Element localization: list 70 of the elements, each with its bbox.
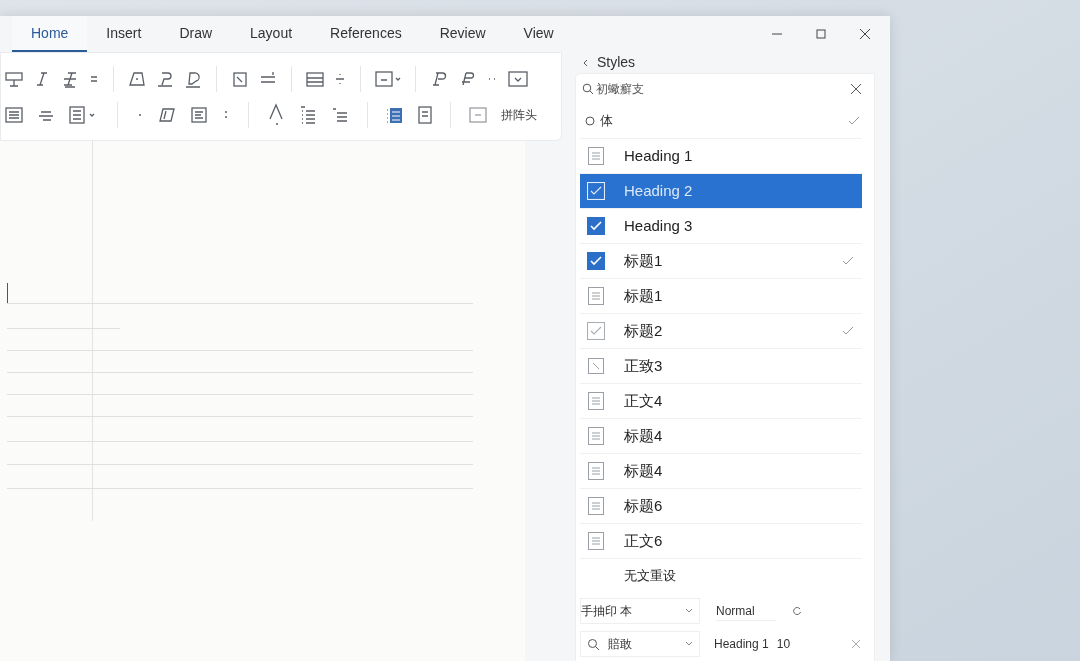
text-box-icon[interactable] (231, 69, 249, 88)
radio-icon[interactable] (585, 116, 595, 126)
style-item[interactable]: 标题4 (580, 453, 862, 488)
font-color-icon[interactable] (267, 101, 285, 128)
highlighted-list-icon[interactable] (386, 105, 404, 124)
font-dropdown[interactable]: 手抽印 本 (580, 598, 700, 624)
font-shape-icon[interactable] (128, 69, 146, 88)
box-icon[interactable] (375, 69, 401, 88)
style-item[interactable]: Heading 3 (580, 208, 862, 243)
ribbon-label[interactable]: 拼阵头 (501, 105, 537, 124)
paragraph-box-icon[interactable] (190, 105, 208, 124)
document-icon (588, 532, 604, 550)
numbered-list-icon[interactable] (299, 105, 317, 124)
search-field[interactable]: 初蠍癬支 (596, 80, 716, 98)
underline-letter-icon[interactable] (184, 69, 202, 88)
text-cursor (7, 283, 8, 303)
checkbox-icon (587, 322, 605, 340)
chevron-down-icon (685, 608, 693, 614)
document-icon (588, 392, 604, 410)
refresh-icon[interactable] (792, 606, 802, 616)
chevron-down-icon (685, 641, 693, 647)
style-item[interactable]: 标题1 (580, 278, 862, 313)
outline-letter-icon[interactable] (156, 69, 174, 88)
back-chevron-icon[interactable] (583, 58, 589, 67)
document-icon (588, 427, 604, 445)
search-icon (587, 637, 600, 651)
ribbon-tab[interactable]: Review (420, 16, 505, 52)
align-icon[interactable] (5, 105, 23, 124)
pencil-icon (588, 358, 604, 374)
style-item[interactable]: 标题1 (580, 243, 862, 278)
style-item[interactable]: 正文4 (580, 383, 862, 418)
style-item[interactable]: Heading 2 (580, 173, 862, 208)
search-icon (582, 83, 594, 95)
style-item[interactable]: 标题2 (580, 313, 862, 348)
checkbox-icon (587, 182, 605, 200)
style-value: Normal (716, 601, 776, 621)
style-item[interactable]: 无文重设 (580, 558, 862, 593)
ribbon-tab[interactable]: References (311, 16, 421, 52)
checkbox-icon (587, 217, 605, 235)
style-item[interactable]: 正致3 (580, 348, 862, 383)
document-icon (588, 147, 604, 165)
table-row-icon[interactable] (306, 69, 324, 88)
check-icon (848, 116, 860, 126)
size-value: 10 (776, 636, 791, 653)
document-icon (588, 462, 604, 480)
ribbon-tab[interactable]: Draw (160, 16, 232, 52)
ribbon-tab[interactable]: Layout (231, 16, 312, 52)
heading-value: Heading 1 (714, 636, 769, 653)
style-item[interactable]: 标题6 (580, 488, 862, 523)
document-icon[interactable] (418, 105, 432, 124)
table-icon[interactable] (5, 69, 23, 88)
maximize-icon[interactable] (814, 27, 828, 41)
filter-label: 体 (600, 112, 613, 131)
ribbon-tab[interactable]: Insert (87, 16, 161, 52)
document-icon (588, 287, 604, 305)
style-item[interactable]: 正文6 (580, 523, 862, 558)
list-icon[interactable] (331, 105, 349, 124)
search-dropdown[interactable]: 賠敢 (580, 631, 700, 657)
italic-letter-icon[interactable] (430, 69, 448, 88)
close-icon[interactable] (858, 27, 872, 41)
close-icon[interactable] (850, 83, 862, 95)
strikethrough-icon[interactable] (61, 69, 79, 88)
dropdown-box-icon[interactable] (508, 69, 528, 88)
slanted-box-icon[interactable] (158, 105, 176, 124)
checkbox-icon (587, 252, 605, 270)
pane-title: Styles (597, 53, 636, 72)
ribbon-tab[interactable]: View (504, 16, 573, 52)
style-item[interactable]: 标题4 (580, 418, 862, 453)
ribbon-tab[interactable]: Home (12, 16, 88, 52)
document-icon (588, 497, 604, 515)
